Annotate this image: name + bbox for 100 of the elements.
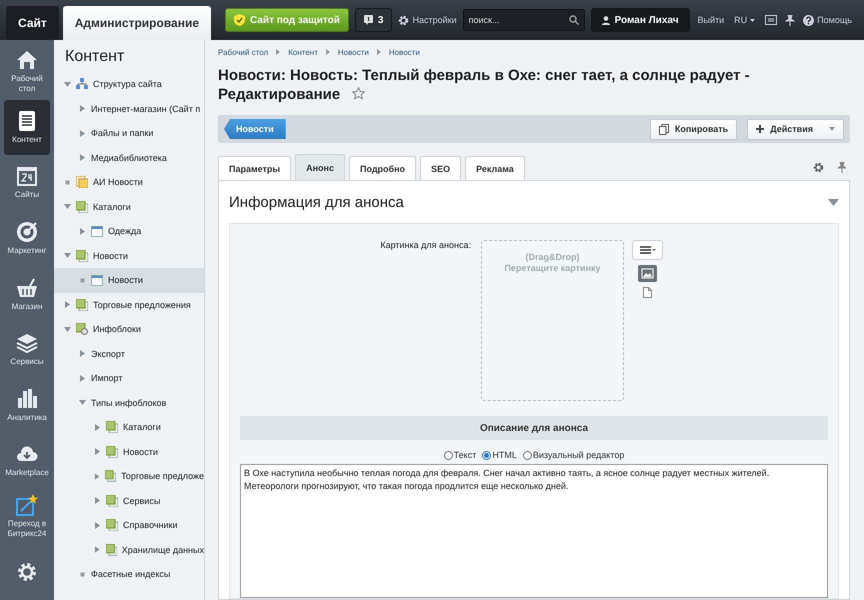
tree-item[interactable]: Каталоги xyxy=(54,194,204,219)
expanded-arrow-icon[interactable] xyxy=(64,252,71,260)
block-icon xyxy=(76,200,88,213)
collapsed-arrow-icon[interactable] xyxy=(79,374,86,382)
section-title: Информация для анонса xyxy=(229,194,404,210)
collapsed-arrow-icon[interactable] xyxy=(64,301,71,308)
tree-item[interactable]: Одежда xyxy=(54,219,204,244)
window-icon xyxy=(91,226,103,237)
tree-item[interactable]: Экспорт xyxy=(54,342,204,366)
tab[interactable]: Анонс xyxy=(295,154,345,180)
tree-item[interactable]: Импорт xyxy=(54,366,204,390)
collapsed-arrow-icon[interactable] xyxy=(94,472,100,480)
collapsed-arrow-icon[interactable] xyxy=(79,154,86,162)
block-icon xyxy=(105,470,116,482)
collapsed-arrow-icon[interactable] xyxy=(79,130,86,137)
window-icon xyxy=(91,274,103,286)
settings-link[interactable]: Настройки xyxy=(398,14,457,26)
expanded-arrow-icon[interactable] xyxy=(64,80,71,88)
tree-item[interactable]: Фасетные индексы xyxy=(54,562,204,586)
expanded-arrow-icon[interactable] xyxy=(79,399,86,406)
pin-icon[interactable] xyxy=(785,14,796,26)
back-button[interactable]: Новости xyxy=(224,119,286,139)
rail-item[interactable]: Маркетинг xyxy=(4,210,50,266)
format-radio[interactable]: Текст xyxy=(444,450,476,460)
rail-item[interactable]: Магазин xyxy=(4,266,50,322)
user-button[interactable]: Роман Лихач xyxy=(590,8,690,32)
tree-item[interactable]: Инфоблоки xyxy=(54,317,204,342)
actions-button[interactable]: Действия xyxy=(747,118,844,140)
breadcrumb-link[interactable]: Новости xyxy=(388,48,420,56)
notifications-button[interactable]: 3 xyxy=(354,8,392,32)
collapsed-arrow-icon[interactable] xyxy=(79,105,86,112)
rail-item[interactable]: Сайты xyxy=(4,155,50,211)
copy-button[interactable]: Копировать xyxy=(650,118,738,140)
breadcrumb-link[interactable]: Контент xyxy=(288,48,318,56)
rail-item[interactable]: Сервисы xyxy=(4,322,50,378)
tree-item[interactable]: Медиабиблиотека xyxy=(54,146,204,170)
bullet-icon xyxy=(79,276,86,284)
tree-item[interactable]: Каталоги xyxy=(54,415,204,440)
window-icon[interactable] xyxy=(765,15,778,25)
rail-item[interactable]: Контент xyxy=(4,100,50,156)
search-field[interactable]: поиск... xyxy=(462,9,585,31)
logout-link[interactable]: Выйти xyxy=(698,15,724,25)
file-icon[interactable] xyxy=(643,287,652,298)
language-select[interactable]: RU xyxy=(734,15,756,25)
breadcrumb-link[interactable]: Рабочий стол xyxy=(218,48,268,56)
expanded-arrow-icon[interactable] xyxy=(64,326,71,333)
help-icon xyxy=(803,14,814,26)
bullet-icon xyxy=(64,178,71,186)
tree-item[interactable]: Типы инфоблоков xyxy=(54,390,204,415)
tab[interactable]: Реклама xyxy=(465,156,525,180)
tree-item[interactable]: Новости xyxy=(54,268,204,292)
caret-icon xyxy=(750,18,756,22)
bullet-icon xyxy=(79,570,86,578)
collapsed-arrow-icon[interactable] xyxy=(94,546,101,554)
tab[interactable]: SEO xyxy=(420,156,462,180)
tree-item[interactable]: Структура сайта xyxy=(54,72,204,96)
structure-icon xyxy=(76,78,88,90)
search-icon[interactable] xyxy=(568,15,579,25)
image-icon[interactable] xyxy=(638,265,657,282)
rail-item[interactable]: Marketplace xyxy=(4,433,50,489)
edit-sparkle-icon xyxy=(16,494,38,516)
collapsed-arrow-icon[interactable] xyxy=(94,497,101,504)
rail-item[interactable]: Переход в Битрикс24 xyxy=(4,488,50,544)
expanded-arrow-icon[interactable] xyxy=(64,203,71,210)
menu-button[interactable] xyxy=(632,240,663,260)
tree-item[interactable]: Файлы и папки xyxy=(54,121,204,146)
description-textarea[interactable]: В Охе наступила необычно теплая погода для февраля. Снег начал активно таять, а ясное солнце радует местных жителей. Метеорологи прогнозируют, что такая погода продлится еще несколько дней. xyxy=(240,464,828,598)
tree-item[interactable]: Интернет-магазин (Сайт п xyxy=(54,96,204,121)
tree-item[interactable]: АИ Новости xyxy=(54,170,204,194)
tree-item[interactable]: Хранилище данных xyxy=(54,538,204,562)
tree-item[interactable]: Новости xyxy=(54,440,204,464)
top-tab[interactable]: Сайт xyxy=(6,6,59,40)
calendar-icon xyxy=(16,165,38,188)
breadcrumb-link[interactable]: Новости xyxy=(338,48,369,56)
collapsed-arrow-icon[interactable] xyxy=(94,424,101,431)
block-icon xyxy=(106,544,117,556)
chevron-icon xyxy=(376,49,381,55)
tab[interactable]: Параметры xyxy=(218,156,292,180)
help-link[interactable]: Помощь xyxy=(803,14,852,26)
collapsed-arrow-icon[interactable] xyxy=(79,350,86,358)
plus-icon xyxy=(756,125,764,133)
shield-icon xyxy=(234,14,246,26)
block-icon xyxy=(76,298,88,311)
rail-item[interactable]: Аналитика xyxy=(4,378,50,434)
settings-icon[interactable] xyxy=(813,162,824,173)
rail-item[interactable]: Рабочий стол xyxy=(4,44,50,100)
tab[interactable]: Подробно xyxy=(349,156,416,180)
format-radio[interactable]: HTML xyxy=(482,450,517,460)
collapsed-arrow-icon[interactable] xyxy=(94,448,101,456)
tree-item[interactable]: Справочники xyxy=(54,513,204,538)
collapsed-arrow-icon[interactable] xyxy=(94,522,101,529)
format-radio[interactable]: Визуальный редактор xyxy=(522,450,624,460)
star-icon[interactable] xyxy=(352,87,366,100)
collapsed-arrow-icon[interactable] xyxy=(79,228,86,235)
tree-item[interactable]: Новости xyxy=(54,244,204,268)
tree-item[interactable]: Сервисы xyxy=(54,488,204,513)
top-tab[interactable]: Администрирование xyxy=(62,6,212,40)
collapse-arrow-icon[interactable] xyxy=(828,198,839,206)
tree-item[interactable]: Торговые предложения xyxy=(54,292,204,317)
tree-item[interactable]: Торговые предложе xyxy=(54,464,204,488)
